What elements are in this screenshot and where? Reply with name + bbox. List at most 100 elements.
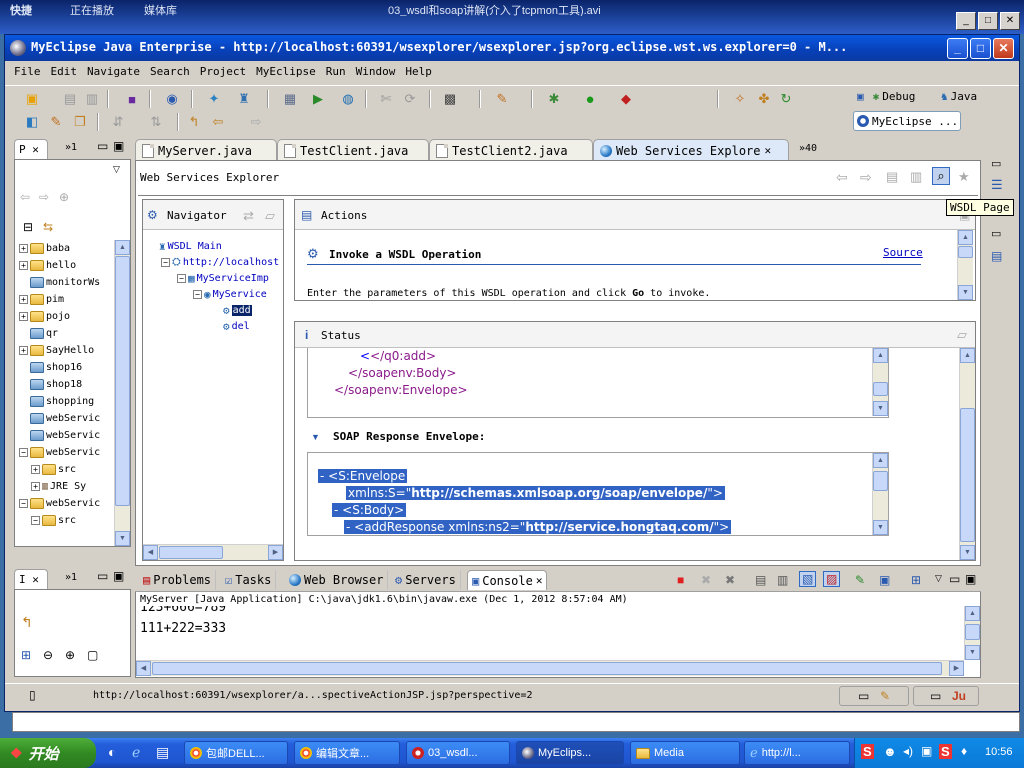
editor-tab-web-services-explorer[interactable]: Web Services Explore ✕	[593, 139, 789, 161]
fast-view-icon[interactable]: ▯	[29, 688, 36, 702]
nav-wsdl-url[interactable]: − ⛭ http://localhost	[161, 254, 279, 270]
scroll-right-icon[interactable]: ▶	[268, 545, 283, 560]
menu-help[interactable]: Help	[402, 62, 439, 82]
tree-item[interactable]: − src	[31, 512, 76, 528]
show-on-error-icon[interactable]: ▨	[823, 571, 841, 587]
outline-icon[interactable]: ☰	[991, 177, 1003, 193]
search-icon[interactable]: ✎	[47, 113, 65, 131]
scroll-down-icon[interactable]: ▼	[958, 285, 973, 300]
tray-s2-icon[interactable]: S	[939, 744, 952, 759]
link-editor-icon[interactable]: ⇆	[43, 220, 53, 234]
menu-project[interactable]: Project	[197, 62, 253, 82]
speaker-icon[interactable]: ◂)	[903, 744, 913, 758]
editor-tab-myserver[interactable]: MyServer.java	[135, 139, 277, 161]
task-player[interactable]: 03_wsdl...	[406, 741, 510, 765]
server-icon[interactable]: ◉	[163, 90, 181, 108]
scroll-thumb[interactable]	[873, 471, 888, 491]
expand-triangle-icon[interactable]: ▼	[311, 432, 320, 442]
save-icon[interactable]: ▤	[61, 90, 79, 108]
request-scrollbar[interactable]: ▲ ▼	[872, 348, 888, 416]
history-icon[interactable]: ↰	[21, 614, 33, 631]
console-horizontal-scrollbar[interactable]: ◀ ▶	[136, 660, 964, 676]
network-icon[interactable]: ▣	[921, 744, 932, 758]
browser-icon[interactable]: ◍	[339, 90, 357, 108]
scroll-lock-icon[interactable]: ▥	[777, 573, 788, 587]
back-icon[interactable]: ⇦	[20, 190, 30, 204]
maximize-view-icon[interactable]: ▣	[113, 139, 124, 153]
open-console-icon[interactable]: ◧	[23, 113, 41, 131]
restore-icon[interactable]: ▭	[991, 157, 1001, 170]
maximize-view-icon[interactable]: ▣	[965, 572, 976, 586]
collapse-all-icon[interactable]: ⊟	[23, 220, 33, 234]
package-explorer-tab[interactable]: P ✕	[14, 139, 48, 159]
package-icon[interactable]: ■	[123, 90, 141, 108]
close-icon[interactable]: ✕	[536, 574, 543, 587]
maximize-view-icon[interactable]: ▣	[113, 569, 124, 583]
wsil-page-icon[interactable]: ▥	[910, 169, 922, 185]
desktop-icon[interactable]: ▤	[156, 744, 169, 761]
open-task-icon[interactable]: ✤	[755, 90, 773, 108]
forward-icon[interactable]: ⇨	[860, 169, 872, 186]
close-button[interactable]: ✕	[993, 38, 1014, 59]
close-icon[interactable]: ✕	[32, 143, 39, 156]
perspective-debug[interactable]: ▣ ✱ Debug	[857, 90, 915, 103]
scroll-left-icon[interactable]: ◀	[143, 545, 158, 560]
expand-icon[interactable]: +	[19, 260, 28, 270]
zoom-in-icon[interactable]: ⊕	[65, 648, 75, 662]
menu-myeclipse[interactable]: MyEclipse	[253, 62, 323, 82]
view-overflow[interactable]: »1	[65, 572, 77, 583]
back-icon[interactable]: ⇦	[836, 169, 848, 186]
menu-edit[interactable]: Edit	[48, 62, 85, 82]
editor-tab-testclient[interactable]: TestClient.java	[277, 139, 429, 161]
task-chrome-2[interactable]: 编辑文章...	[294, 741, 400, 765]
collapse-icon[interactable]: −	[19, 498, 28, 508]
expand-icon[interactable]: +	[19, 294, 28, 304]
nav-operation-del[interactable]: ⚙ del	[223, 318, 250, 334]
scroll-up-icon[interactable]: ▲	[958, 230, 973, 245]
task-chrome-1[interactable]: 包邮DELL...	[184, 741, 288, 765]
collapse-icon[interactable]: −	[161, 257, 170, 267]
tree-item[interactable]: +▦com	[43, 529, 80, 530]
clock[interactable]: 10:56	[985, 746, 1013, 758]
tree-item[interactable]: − webServic	[19, 495, 100, 511]
print-icon[interactable]: ▥	[83, 90, 101, 108]
clear-icon[interactable]: ▱	[265, 208, 275, 224]
tray-app-icon[interactable]: ♦	[961, 744, 967, 758]
menu-run[interactable]: Run	[323, 62, 353, 82]
tree-item[interactable]: shop18	[19, 376, 82, 392]
tree-item[interactable]: + src	[31, 461, 76, 477]
expand-icon[interactable]: +	[31, 464, 40, 474]
nav-wsdl-main[interactable]: ♜ WSDL Main	[159, 238, 222, 254]
zoom-100-icon[interactable]: ▢	[87, 648, 98, 662]
scroll-down-icon[interactable]: ▼	[960, 545, 975, 560]
collapse-icon[interactable]: −	[31, 515, 40, 525]
new-icon[interactable]: ▣	[23, 90, 41, 108]
scroll-down-icon[interactable]: ▼	[873, 401, 888, 416]
forward-icon[interactable]: ⇨	[39, 190, 49, 204]
task-browser[interactable]: ℯ http://l...	[744, 741, 850, 765]
tree-item[interactable]: + SayHello	[19, 342, 94, 358]
sync-icon[interactable]: ⇄	[243, 208, 254, 224]
wand-icon[interactable]: ✎	[880, 689, 890, 703]
refresh-icon[interactable]: ⟳	[401, 90, 419, 108]
close-icon[interactable]: ✕	[765, 144, 772, 157]
console-vertical-scrollbar[interactable]: ▲ ▼	[964, 606, 980, 660]
collapse-icon[interactable]: −	[193, 289, 202, 299]
close-icon[interactable]: ✕	[1000, 12, 1020, 30]
database-icon[interactable]: ▦	[281, 90, 299, 108]
menu-file[interactable]: File	[11, 62, 48, 82]
camera-icon[interactable]: ▩	[441, 90, 459, 108]
expand-icon[interactable]: +	[19, 243, 28, 253]
open-console-icon[interactable]: ⊞	[911, 573, 921, 587]
source-link[interactable]: Source	[883, 246, 923, 259]
last-edit-icon[interactable]: ↰	[185, 113, 203, 131]
tab-console[interactable]: ▣ Console ✕	[467, 570, 548, 590]
refresh-server-icon[interactable]: ↻	[777, 90, 795, 108]
minimize-view-icon[interactable]: ▭	[97, 569, 108, 583]
tree-item[interactable]: webServic	[19, 427, 100, 443]
favorites-icon[interactable]: ★	[958, 169, 970, 185]
minimize-view-icon[interactable]: ▭	[97, 139, 108, 153]
tree-item[interactable]: qr	[19, 325, 58, 341]
cut-icon[interactable]: ✄	[377, 90, 395, 108]
scroll-thumb[interactable]	[873, 382, 888, 396]
